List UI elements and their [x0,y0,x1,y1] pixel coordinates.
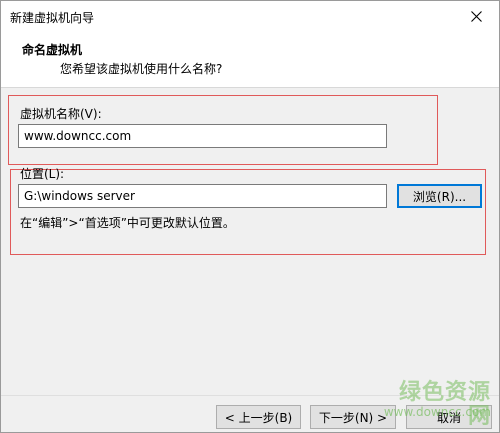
window-title: 新建虚拟机向导 [10,11,95,25]
new-vm-wizard-dialog: 新建虚拟机向导 命名虚拟机 您希望该虚拟机使用什么名称? 虚拟机名称(V): 位… [0,0,500,433]
location-label: 位置(L): [20,167,65,181]
default-location-hint: 在“编辑”>“首选项”中可更改默认位置。 [20,216,235,230]
next-button[interactable]: 下一步(N) > [310,405,396,429]
location-section-highlight [10,169,486,255]
wizard-header: 命名虚拟机 您希望该虚拟机使用什么名称? [1,32,499,88]
cancel-button[interactable]: 取消 [406,405,492,429]
title-bar: 新建虚拟机向导 [1,1,499,32]
back-button[interactable]: < 上一步(B) [216,405,301,429]
browse-button[interactable]: 浏览(R)... [397,184,482,208]
location-input[interactable] [18,184,387,208]
close-button[interactable] [453,1,499,32]
page-subtitle: 您希望该虚拟机使用什么名称? [60,62,223,76]
page-title: 命名虚拟机 [22,43,83,57]
close-icon [470,11,482,22]
vm-name-input[interactable] [18,124,387,148]
footer-divider [1,395,499,396]
vm-name-label: 虚拟机名称(V): [20,107,102,121]
